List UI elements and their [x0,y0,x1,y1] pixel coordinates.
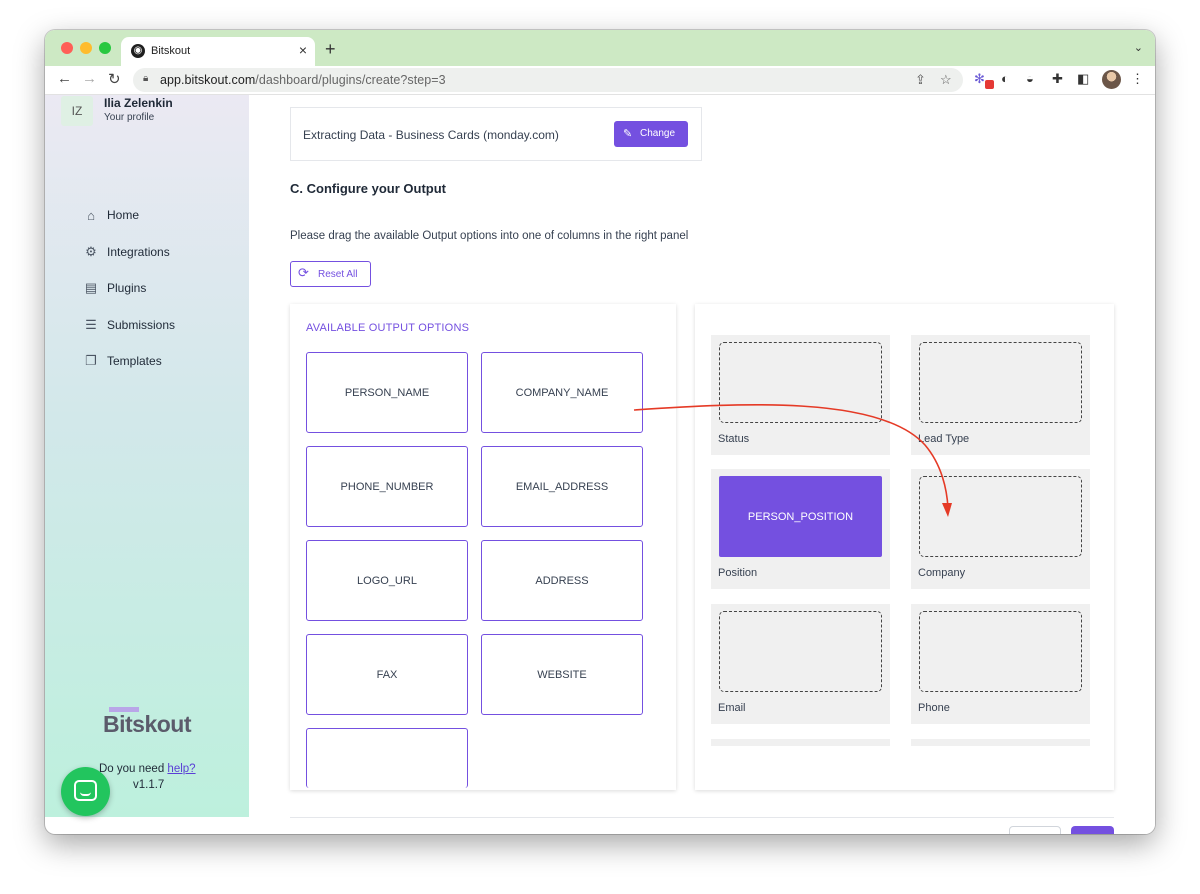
instructions-text: Please drag the available Output options… [290,230,689,242]
star-icon[interactable]: ☆ [940,72,952,88]
output-option[interactable]: WEBSITE [481,634,643,715]
tab-close-icon[interactable]: × [299,42,307,58]
sidebar-item-label: Home [107,208,140,222]
profile-link[interactable]: Your profile [104,112,154,123]
drop-zone[interactable] [919,476,1082,557]
extension-icon[interactable]: ◐ [1001,71,1009,86]
sidebar-item-label: Integrations [107,245,170,259]
section-title: C. Configure your Output [290,181,446,196]
refresh-icon: ⟳ [298,265,309,280]
available-options-panel: AVAILABLE OUTPUT OPTIONS PERSON_NAME COM… [290,304,676,790]
browser-tab[interactable]: ◉ Bitskout × [121,37,315,66]
sidebar-item-label: Submissions [107,318,176,332]
menu-icon[interactable]: ⋮ [1131,71,1144,87]
output-option[interactable]: EMAIL_ADDRESS [481,446,643,527]
sidepanel-icon[interactable]: ◧ [1077,71,1089,87]
change-button[interactable]: ✎ Change [614,121,688,147]
tab-title: Bitskout [151,45,191,57]
chat-button[interactable] [61,767,110,816]
column-slot-lead-type[interactable]: Lead Type [911,335,1090,455]
drop-zone[interactable] [919,611,1082,692]
address-bar[interactable]: 🔒︎ app.bitskout.com/dashboard/plugins/cr… [133,68,963,92]
help-text: Do you need help? [99,763,196,775]
new-tab-button[interactable]: + [325,39,336,60]
column-slot-phone[interactable]: Phone [911,604,1090,724]
column-slot-email[interactable]: Email [711,604,890,724]
puzzle-icon[interactable]: ✚ [1052,71,1063,87]
output-option[interactable]: LOGO_URL [306,540,468,621]
close-window-button[interactable] [61,42,73,54]
reload-icon[interactable]: ↻ [108,70,121,88]
minimize-window-button[interactable] [80,42,92,54]
globe-icon: ◉ [131,44,145,58]
profile-avatar[interactable] [1102,70,1121,89]
user-name[interactable]: Ilia Zelenkin [104,96,173,110]
output-columns-panel: Status Lead Type PERSON_POSITION Positio… [695,304,1114,790]
share-icon[interactable]: ⇪ [915,72,926,88]
sidebar-item-integrations[interactable]: ⚙ Integrations [83,242,170,262]
sidebar-item-submissions[interactable]: ☰ Submissions [83,315,175,335]
url-text: app.bitskout.com/dashboard/plugins/creat… [160,73,446,87]
extension-icon[interactable]: ◒ [1026,71,1034,86]
version-text: v1.1.7 [133,779,165,791]
sidebar-item-home[interactable]: ⌂ Home [83,205,139,225]
column-slot[interactable] [711,739,890,746]
browser-toolbar: ← → ↻ 🔒︎ app.bitskout.com/dashboard/plug… [45,66,1155,95]
sidebar-item-label: Templates [107,354,162,368]
sidebar-item-label: Plugins [107,281,147,295]
templates-icon: ❐ [85,353,97,368]
sidebar-item-templates[interactable]: ❐ Templates [83,351,162,371]
column-slot[interactable] [911,739,1090,746]
extension-badge [985,80,994,89]
column-slot-status[interactable]: Status [711,335,890,455]
footer-divider [290,817,1114,818]
back-button[interactable] [1009,826,1061,834]
sidebar: IZ Ilia Zelenkin Your profile ⌂ Home ⚙ I… [45,95,249,817]
output-option[interactable]: PERSON_NAME [306,352,468,433]
column-label: Status [718,433,750,445]
back-icon[interactable]: ← [57,70,72,87]
drop-zone[interactable] [719,342,882,423]
panel-title: AVAILABLE OUTPUT OPTIONS [306,322,470,334]
lock-icon: 🔒︎ [143,73,149,84]
main-content: Extracting Data - Business Cards (monday… [249,95,1155,834]
output-option[interactable] [306,728,468,788]
column-label: Phone [918,702,950,714]
reset-all-button[interactable]: ⟳ Reset All [290,261,371,287]
home-icon: ⌂ [87,207,95,223]
assigned-output-option[interactable]: PERSON_POSITION [719,476,882,557]
column-label: Email [718,702,746,714]
browser-window: ◉ Bitskout × + ⌄ ← → ↻ 🔒︎ app.bitskout.c… [45,30,1155,834]
maximize-window-button[interactable] [99,42,111,54]
extension-icon[interactable]: ✻ [974,71,985,87]
help-link[interactable]: help? [167,763,195,775]
next-button[interactable] [1071,826,1114,834]
list-icon: ☰ [85,317,97,332]
output-option[interactable]: PHONE_NUMBER [306,446,468,527]
column-label: Company [918,567,966,579]
output-option[interactable]: COMPANY_NAME [481,352,643,433]
output-option[interactable]: FAX [306,634,468,715]
column-label: Position [718,567,758,579]
plugin-name: Extracting Data - Business Cards (monday… [303,128,559,142]
gear-icon: ⚙ [85,244,97,259]
pencil-icon: ✎ [623,128,633,140]
chevron-down-icon[interactable]: ⌄ [1134,41,1143,54]
drop-zone[interactable] [719,611,882,692]
avatar[interactable]: IZ [61,96,93,126]
column-slot-company[interactable]: Company [911,469,1090,589]
selected-plugin-card: Extracting Data - Business Cards (monday… [290,107,702,161]
forward-icon[interactable]: → [82,70,97,87]
sidebar-item-plugins[interactable]: ▤ Plugins [83,278,147,298]
chat-icon [74,780,97,801]
tab-strip: ◉ Bitskout × + ⌄ [45,30,1155,66]
output-option[interactable]: ADDRESS [481,540,643,621]
logo: Bitskout [103,711,192,737]
drop-zone[interactable] [919,342,1082,423]
column-label: Lead Type [918,433,970,445]
plugin-icon: ▤ [84,280,98,295]
column-slot-position[interactable]: PERSON_POSITION Position [711,469,890,589]
